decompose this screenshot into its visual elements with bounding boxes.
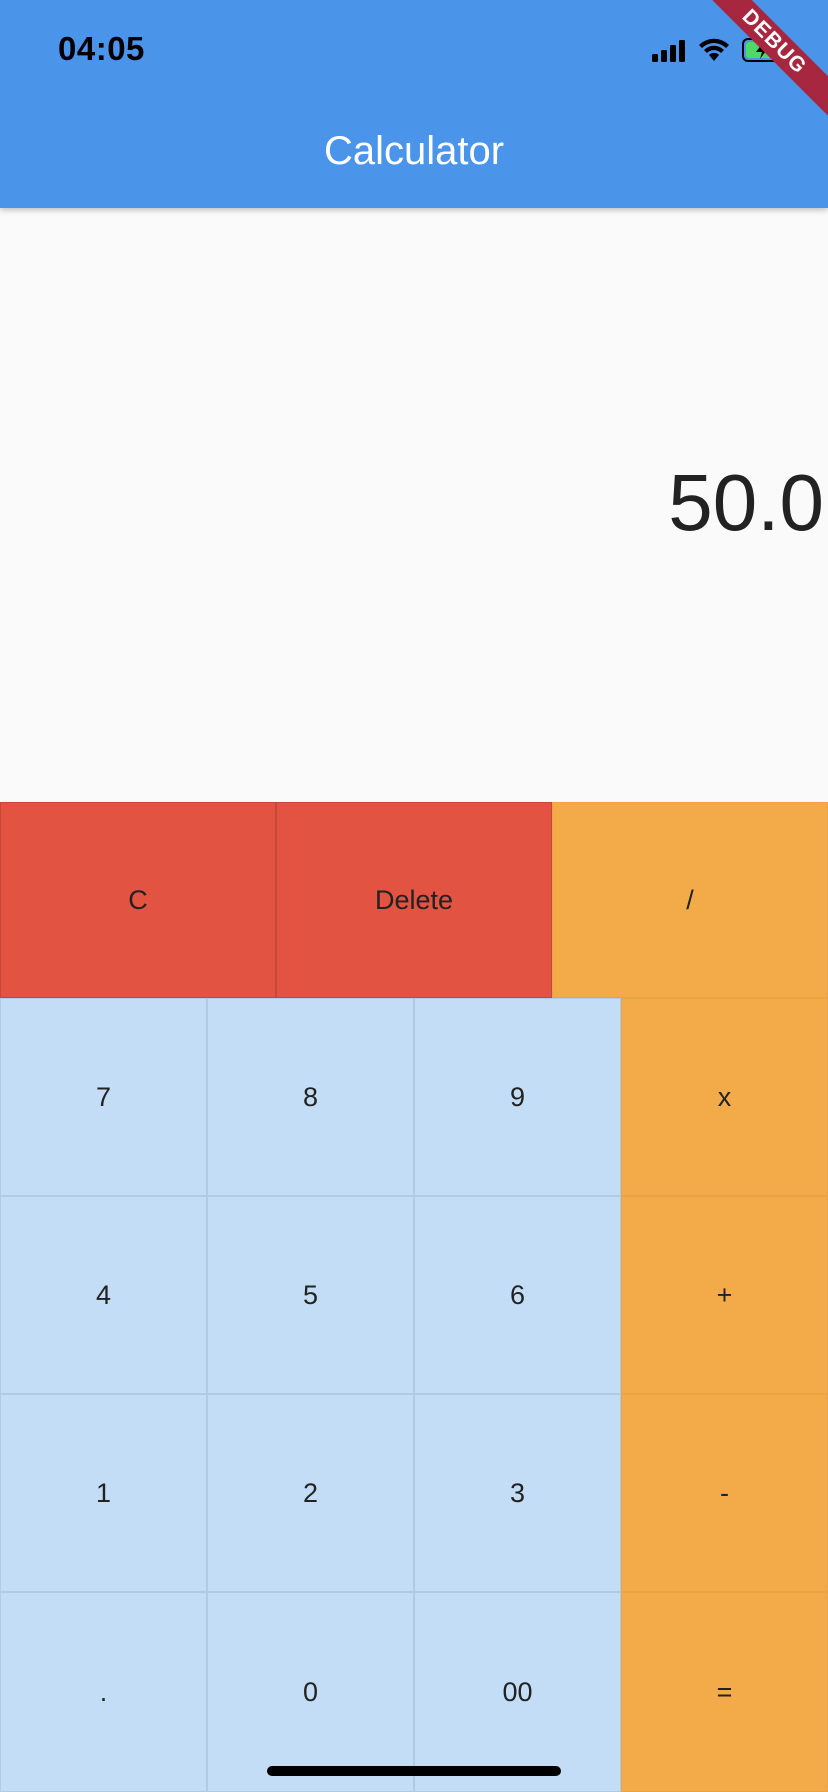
keypad-row-3: 4 5 6 + [0,1196,828,1394]
keypad-row-4: 1 2 3 - [0,1394,828,1592]
clear-button[interactable]: C [0,802,276,998]
status-time: 04:05 [58,30,145,67]
keypad-row-5: . 0 00 = [0,1592,828,1792]
home-indicator[interactable] [267,1766,561,1776]
digit-9-button[interactable]: 9 [414,998,621,1196]
digit-2-button[interactable]: 2 [207,1394,414,1592]
keypad-row-1: C Delete / [0,802,828,998]
delete-button[interactable]: Delete [276,802,552,998]
add-button[interactable]: + [621,1196,828,1394]
digit-5-button[interactable]: 5 [207,1196,414,1394]
digit-7-button[interactable]: 7 [0,998,207,1196]
multiply-button[interactable]: x [621,998,828,1196]
keypad: C Delete / 7 8 9 x 4 5 6 + 1 2 3 - . 0 0… [0,802,828,1792]
double-zero-button[interactable]: 00 [414,1592,621,1792]
keypad-row-2: 7 8 9 x [0,998,828,1196]
debug-banner: DEBUG [688,0,828,140]
subtract-button[interactable]: - [621,1394,828,1592]
digit-4-button[interactable]: 4 [0,1196,207,1394]
digit-0-button[interactable]: 0 [207,1592,414,1792]
equals-button[interactable]: = [621,1592,828,1792]
digit-8-button[interactable]: 8 [207,998,414,1196]
calculator-display: 50.0 [0,208,828,802]
signal-icon [652,40,685,62]
digit-6-button[interactable]: 6 [414,1196,621,1394]
display-value: 50.0 [668,458,824,547]
debug-banner-label: DEBUG [693,0,828,123]
digit-1-button[interactable]: 1 [0,1394,207,1592]
decimal-button[interactable]: . [0,1592,207,1792]
digit-3-button[interactable]: 3 [414,1394,621,1592]
divide-button[interactable]: / [552,802,828,998]
